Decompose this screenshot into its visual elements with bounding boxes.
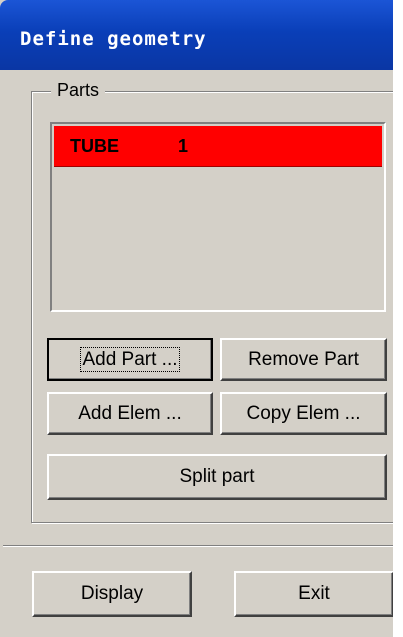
parts-list-row-selected[interactable]: TUBE 1	[54, 126, 382, 167]
window-title: Define geometry	[20, 28, 207, 50]
parts-group-label: Parts	[51, 80, 106, 101]
add-part-label: Add Part ...	[80, 346, 180, 372]
copy-elem-label: Copy Elem ...	[246, 402, 361, 424]
add-elem-button[interactable]: Add Elem ...	[47, 392, 213, 435]
add-elem-label: Add Elem ...	[78, 402, 182, 424]
add-part-button[interactable]: Add Part ...	[47, 338, 213, 381]
copy-elem-button[interactable]: Copy Elem ...	[220, 392, 387, 435]
exit-label: Exit	[298, 583, 330, 604]
remove-part-button[interactable]: Remove Part	[220, 338, 387, 381]
define-geometry-window: Define geometry Parts TUBE 1 Add Part ..…	[0, 0, 403, 637]
split-part-button[interactable]: Split part	[47, 454, 387, 500]
display-label: Display	[80, 583, 144, 604]
remove-part-label: Remove Part	[248, 348, 359, 370]
window-right-edge	[393, 0, 403, 637]
title-bar[interactable]: Define geometry	[0, 0, 393, 70]
split-part-label: Split part	[179, 466, 255, 487]
parts-listbox[interactable]: TUBE 1	[50, 122, 386, 312]
exit-button[interactable]: Exit	[234, 571, 394, 617]
footer-separator	[3, 545, 393, 547]
part-id: 1	[178, 136, 189, 156]
display-button[interactable]: Display	[32, 571, 192, 617]
part-name: TUBE	[70, 136, 119, 156]
